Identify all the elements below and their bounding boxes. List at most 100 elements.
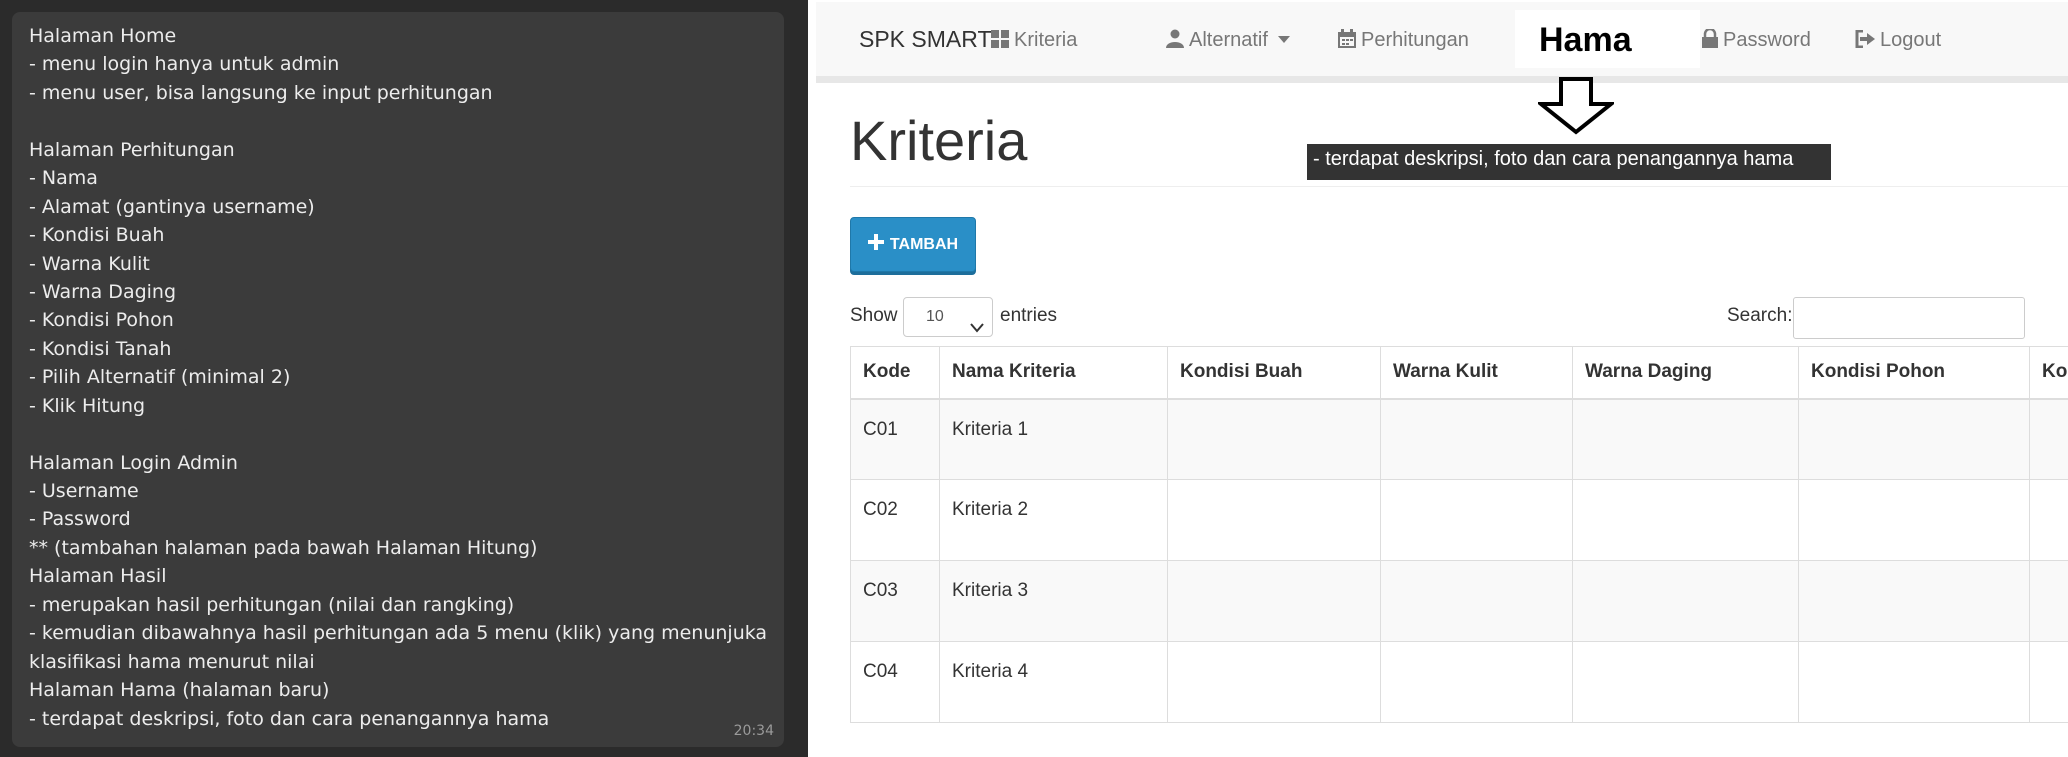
cell-warna-kulit: [1380, 560, 1573, 642]
table-row: C04 Kriteria 4: [850, 641, 2068, 723]
column-header-kondisi-pohon[interactable]: Kondisi Pohon: [1798, 346, 2030, 400]
cell-nama-kriteria: Kriteria 2: [939, 479, 1168, 561]
chat-line: - merupakan hasil perhitungan (nilai dan…: [29, 593, 515, 616]
column-header-kondisi-buah[interactable]: Kondisi Buah: [1167, 346, 1381, 400]
table-row: C03 Kriteria 3: [850, 560, 2068, 642]
chat-line: - Kondisi Buah: [29, 224, 165, 247]
cell-kondisi-pohon: [1798, 560, 2030, 642]
column-header-warna-daging[interactable]: Warna Daging: [1572, 346, 1799, 400]
nav-item-password[interactable]: Password: [1702, 27, 1811, 54]
chat-line: - Alamat (gantinya username): [29, 195, 315, 218]
chat-line: - Warna Daging: [29, 280, 177, 303]
cell-warna-daging: [1572, 479, 1799, 561]
column-header-warna-kulit[interactable]: Warna Kulit: [1380, 346, 1573, 400]
table-header-row: Kode Nama Kriteria Kondisi Buah Warna Ku…: [850, 346, 2068, 400]
add-button[interactable]: TAMBAH: [850, 217, 976, 272]
chat-line: [29, 107, 766, 135]
cell-kondisi-pohon: [1798, 398, 2030, 480]
message-timestamp: 20:34: [733, 723, 774, 739]
column-header-nama-kriteria[interactable]: Nama Kriteria: [939, 346, 1168, 400]
cell-truncated: [2029, 479, 2068, 561]
hama-label: Hama: [1539, 21, 1632, 59]
brand-link[interactable]: SPK SMART: [859, 26, 992, 53]
chat-line: Halaman Hama (halaman baru): [29, 679, 330, 702]
cell-kondisi-pohon: [1798, 479, 2030, 561]
chat-line: - terdapat deskripsi, foto dan cara pena…: [29, 707, 550, 730]
chat-line: ** (tambahan halaman pada bawah Halaman …: [29, 536, 538, 559]
chat-line: Halaman Home: [29, 25, 177, 47]
chat-line: - Pilih Alternatif (minimal 2): [29, 366, 291, 389]
entries-label: entries: [1000, 305, 1058, 326]
chat-message-bubble: Halaman Home - menu login hanya untuk adm…: [12, 12, 784, 747]
web-app: SPK SMART Kriteria Alternatif Perhitunga…: [808, 0, 2068, 757]
nav-item-logout[interactable]: Logout: [1855, 29, 1941, 54]
nav-item-label: Alternatif: [1189, 29, 1268, 51]
nav-item-label: Password: [1723, 29, 1811, 51]
chat-line: - Kondisi Pohon: [29, 309, 174, 332]
cell-kondisi-buah: [1167, 398, 1381, 480]
chat-line: - Klik Hitung: [29, 394, 146, 417]
cell-nama-kriteria: Kriteria 1: [939, 398, 1168, 480]
user-icon: [1166, 29, 1184, 54]
cell-warna-kulit: [1380, 641, 1573, 723]
cell-kondisi-buah: [1167, 641, 1381, 723]
cell-kode: C04: [850, 641, 940, 723]
chat-line: - Warna Kulit: [29, 252, 150, 275]
arrow-down-icon: [1538, 77, 1614, 135]
nav-item-hama[interactable]: Hama: [1515, 10, 1700, 68]
nav-item-perhitungan[interactable]: Perhitungan: [1338, 29, 1469, 54]
grid-icon: [991, 30, 1009, 54]
cell-warna-daging: [1572, 398, 1799, 480]
cell-truncated: [2029, 641, 2068, 723]
chevron-down-icon: [970, 310, 984, 348]
cell-warna-kulit: [1380, 398, 1573, 480]
search-label: Search:: [1727, 305, 1793, 326]
entries-select[interactable]: 10: [903, 297, 993, 337]
chat-line: - Password: [29, 508, 131, 531]
chat-line: klasifikasi hama menurut nilai: [29, 650, 315, 673]
chat-line: Halaman Perhitungan: [29, 138, 235, 161]
chat-line: Halaman Login Admin: [29, 451, 238, 474]
cell-truncated: [2029, 398, 2068, 480]
add-button-label: TAMBAH: [889, 235, 959, 253]
cell-kode: C03: [850, 560, 940, 642]
chat-line: - Username: [29, 480, 139, 502]
cell-truncated: [2029, 560, 2068, 642]
column-header-truncated[interactable]: Ko: [2029, 346, 2068, 400]
kriteria-table: Kode Nama Kriteria Kondisi Buah Warna Ku…: [850, 346, 2068, 723]
cell-kondisi-buah: [1167, 560, 1381, 642]
cell-warna-daging: [1572, 641, 1799, 723]
chat-line: - kemudian dibawahnya hasil perhitungan …: [29, 622, 766, 645]
plus-icon: [867, 234, 884, 255]
chat-line: [29, 420, 766, 448]
cell-nama-kriteria: Kriteria 3: [939, 560, 1168, 642]
divider: [850, 186, 2068, 187]
nav-item-alternatif[interactable]: Alternatif: [1166, 29, 1290, 54]
table-row: C01 Kriteria 1: [850, 398, 2068, 480]
nav-item-label: Logout: [1880, 29, 1942, 51]
column-header-kode[interactable]: Kode: [850, 346, 940, 400]
cell-kode: C01: [850, 398, 940, 480]
logout-icon: [1855, 29, 1875, 54]
nav-item-kriteria[interactable]: Kriteria: [991, 29, 1077, 54]
page-title: Kriteria: [850, 109, 1028, 172]
calendar-icon: [1338, 29, 1356, 54]
cell-warna-daging: [1572, 560, 1799, 642]
nav-item-label: Kriteria: [1014, 29, 1078, 51]
chat-line: Halaman Hasil: [29, 565, 167, 588]
cell-kode: C02: [850, 479, 940, 561]
annotation-note: - terdapat deskripsi, foto dan cara pena…: [1307, 144, 1831, 180]
cell-kondisi-pohon: [1798, 641, 2030, 723]
cell-nama-kriteria: Kriteria 4: [939, 641, 1168, 723]
caret-down-icon: [1274, 29, 1290, 51]
chat-line: - menu login hanya untuk admin: [29, 53, 340, 76]
cell-warna-kulit: [1380, 479, 1573, 561]
chat-line: - menu user, bisa langsung ke input perh…: [29, 81, 493, 104]
chat-line: - Nama: [29, 167, 98, 190]
entries-value: 10: [926, 308, 944, 325]
chat-line: - Kondisi Tanah: [29, 337, 172, 360]
show-label: Show: [850, 305, 898, 326]
search-input[interactable]: [1793, 297, 2025, 339]
cell-kondisi-buah: [1167, 479, 1381, 561]
chat-panel: Halaman Home - menu login hanya untuk adm…: [0, 0, 808, 757]
